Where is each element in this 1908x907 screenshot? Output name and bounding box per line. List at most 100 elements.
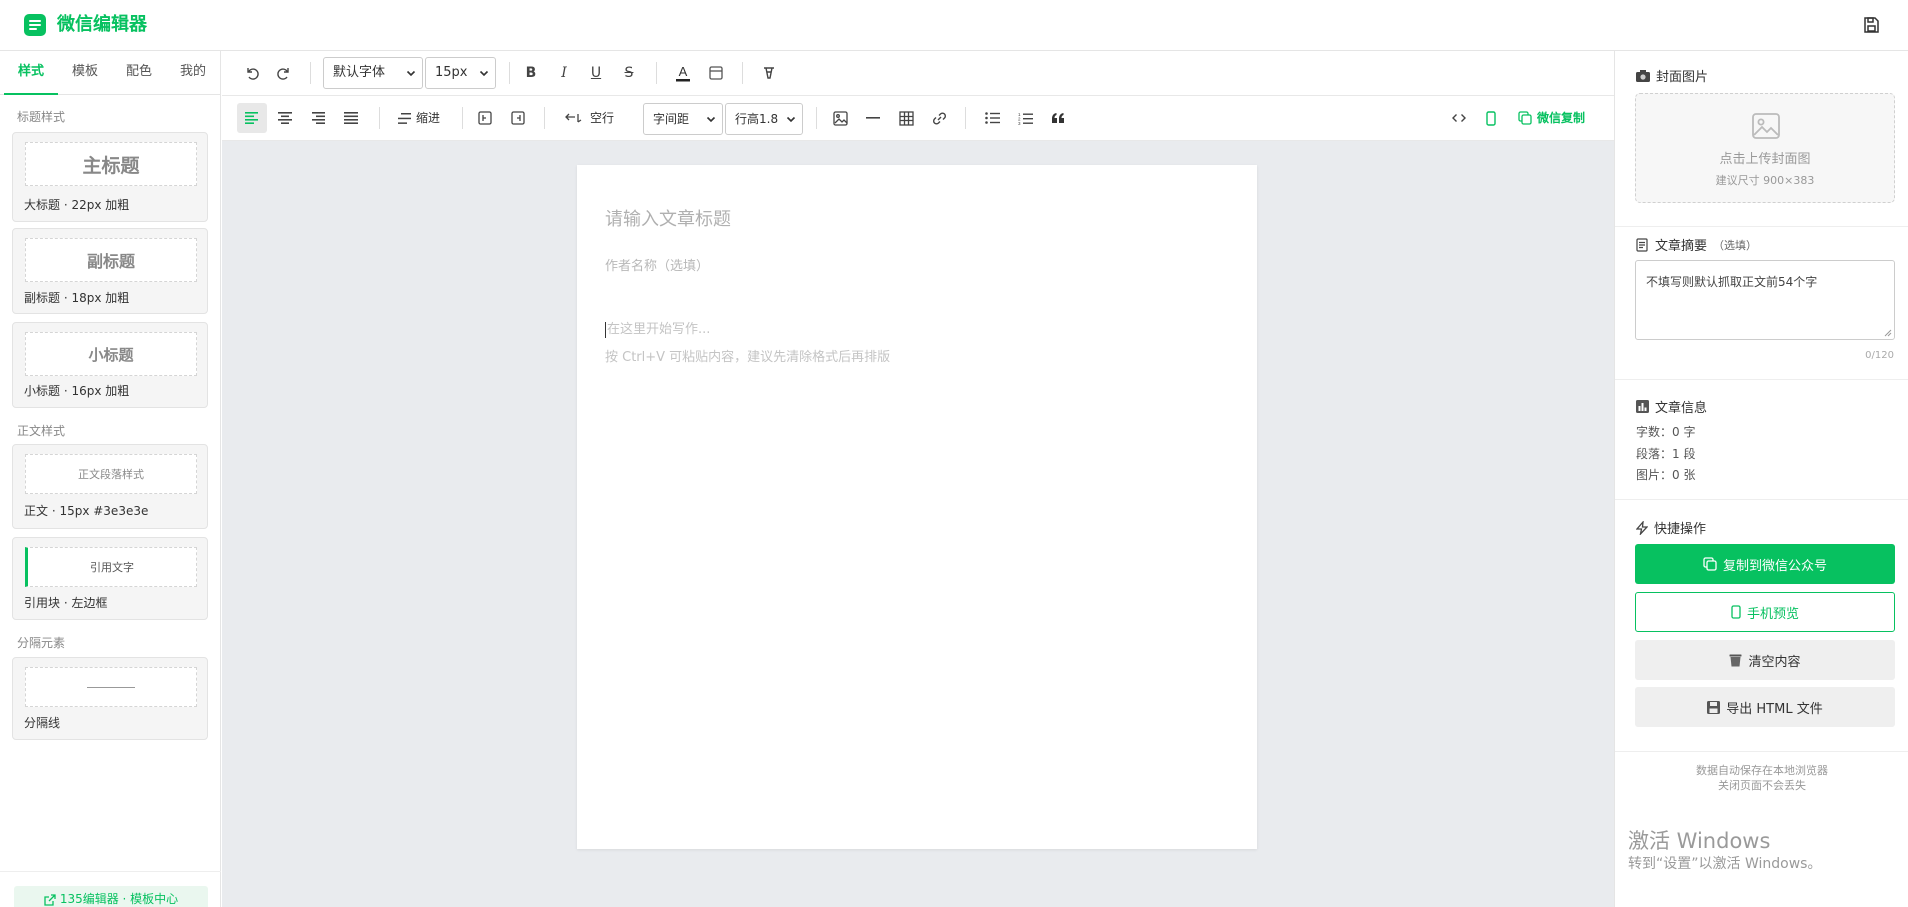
font-size-select[interactable]: 15px: [425, 57, 496, 89]
tab-styles[interactable]: 样式: [4, 51, 58, 95]
quick-actions-title: 快捷操作: [1636, 518, 1706, 537]
tab-colors[interactable]: 配色: [112, 51, 166, 95]
indent-box-icon[interactable]: [503, 103, 533, 133]
horizontal-rule-icon[interactable]: [858, 103, 888, 133]
upload-text: 点击上传封面图: [1719, 152, 1811, 167]
toolbar-row-2: 缩进 空行 字间距 行高1.8 123 微信复制: [222, 96, 1614, 141]
app-header: 微信编辑器: [0, 0, 1908, 51]
clear-format-icon[interactable]: [754, 58, 784, 88]
summary-optional: （选填）: [1713, 238, 1758, 252]
copy-icon: [1703, 557, 1717, 571]
upload-size-hint: 建议尺寸 900×383: [1715, 174, 1815, 187]
align-justify-icon[interactable]: [336, 103, 366, 133]
heading-styles-title: 标题样式: [17, 110, 66, 124]
cover-upload-area[interactable]: 点击上传封面图 建议尺寸 900×383: [1635, 93, 1895, 203]
h3-preview: 小标题: [25, 332, 197, 376]
editor-canvas: 请输入文章标题 作者名称（选填） 在这里开始写作... 按 Ctrl+V 可粘贴…: [222, 141, 1614, 907]
divider-elements-title: 分隔元素: [17, 636, 66, 650]
watermark-subtitle: 转到“设置”以激活 Windows。: [1628, 856, 1822, 872]
bullet-list-icon[interactable]: [977, 103, 1007, 133]
table-icon[interactable]: [891, 103, 921, 133]
bar-chart-icon: [1636, 400, 1649, 413]
h2-label: 副标题 · 18px 加粗: [24, 291, 130, 305]
h2-preview: 副标题: [25, 238, 197, 282]
copy-to-wechat-button[interactable]: 复制到微信公众号: [1635, 544, 1895, 584]
template-center-link[interactable]: 135编辑器 · 模板中心: [14, 886, 208, 907]
chevron-down-icon: [406, 68, 416, 78]
article-title-input[interactable]: 请输入文章标题: [605, 205, 731, 231]
trash-icon: [1729, 653, 1742, 667]
author-name-input[interactable]: 作者名称（选填）: [605, 255, 709, 274]
source-code-icon[interactable]: [1444, 103, 1474, 133]
h1-preview: 主标题: [25, 142, 197, 186]
tab-templates[interactable]: 模板: [58, 51, 112, 95]
autosave-line-1: 数据自动保存在本地浏览器: [1696, 764, 1828, 777]
mobile-preview-label: 手机预览: [1746, 606, 1799, 622]
quote-label: 引用块 · 左边框: [24, 596, 108, 610]
article-body-editor[interactable]: 在这里开始写作... 按 Ctrl+V 可粘贴内容，建议先清除格式后再排版: [605, 316, 890, 372]
word-count: 字数：0 字: [1636, 425, 1696, 439]
autosave-note: 数据自动保存在本地浏览器 关闭页面不会丢失: [1615, 763, 1908, 793]
strikethrough-button[interactable]: S: [614, 58, 644, 88]
camera-icon: [1636, 69, 1650, 82]
wechat-copy-button[interactable]: 微信复制: [1518, 103, 1585, 133]
wechat-copy-label: 微信复制: [1537, 111, 1586, 125]
body-hint: 按 Ctrl+V 可粘贴内容，建议先清除格式后再排版: [605, 350, 891, 365]
blockquote-icon[interactable]: [1043, 103, 1073, 133]
template-center-label: 135编辑器 · 模板中心: [59, 892, 179, 906]
resize-handle-icon[interactable]: [1884, 329, 1892, 337]
export-html-button[interactable]: 导出 HTML 文件: [1635, 687, 1895, 727]
background-color-icon[interactable]: [701, 58, 731, 88]
image-icon[interactable]: [825, 103, 855, 133]
left-sidebar: 样式 模板 配色 我的 标题样式 主标题 大标题 · 22px 加粗 副标题 副…: [0, 51, 221, 907]
line-height-select[interactable]: 行高1.8: [725, 103, 803, 135]
font-family-select[interactable]: 默认字体: [323, 57, 423, 89]
phone-icon: [1731, 605, 1741, 619]
font-family-value: 默认字体: [333, 65, 386, 80]
sidebar-tabs: 样式 模板 配色 我的: [0, 51, 220, 95]
font-color-icon[interactable]: A: [668, 58, 698, 88]
cover-section-title: 封面图片: [1636, 66, 1708, 85]
info-title: 文章信息: [1655, 401, 1708, 416]
line-height-value: 行高1.8: [735, 112, 779, 126]
align-left-icon[interactable]: [237, 103, 267, 133]
indent-icon: [398, 112, 411, 124]
blank-line-button[interactable]: 空行: [565, 103, 614, 133]
style-card-quote[interactable]: 引用文字 引用块 · 左边框: [12, 537, 208, 620]
tab-mine[interactable]: 我的: [166, 51, 220, 95]
divider-label: 分隔线: [24, 716, 61, 730]
clear-content-button[interactable]: 清空内容: [1635, 640, 1895, 680]
logo-icon: [24, 14, 46, 36]
mobile-preview-button[interactable]: 手机预览: [1635, 592, 1895, 632]
redo-icon[interactable]: [269, 58, 299, 88]
watermark-title: 激活 Windows: [1628, 829, 1771, 853]
summary-textarea[interactable]: 不填写则默认抓取正文前54个字: [1635, 260, 1895, 340]
outdent-box-icon[interactable]: [470, 103, 500, 133]
indent-button[interactable]: 缩进: [398, 103, 440, 133]
mobile-preview-icon[interactable]: [1476, 103, 1506, 133]
lightning-icon: [1636, 520, 1648, 535]
summary-counter: 0/120: [1865, 350, 1894, 361]
style-card-body[interactable]: 正文段落样式 正文 · 15px #3e3e3e: [12, 444, 208, 529]
undo-icon[interactable]: [237, 58, 267, 88]
letter-spacing-select[interactable]: 字间距: [643, 103, 723, 135]
style-card-h1[interactable]: 主标题 大标题 · 22px 加粗: [12, 132, 208, 222]
external-link-icon: [44, 893, 56, 906]
bold-button[interactable]: B: [516, 58, 546, 88]
underline-button[interactable]: U: [581, 58, 611, 88]
style-card-h2[interactable]: 副标题 副标题 · 18px 加粗: [12, 228, 208, 314]
align-right-icon[interactable]: [303, 103, 333, 133]
image-placeholder-icon: [1752, 113, 1780, 139]
style-card-divider[interactable]: 分隔线: [12, 657, 208, 740]
save-icon[interactable]: [1862, 16, 1880, 34]
blank-line-label: 空行: [590, 111, 615, 125]
indent-label: 缩进: [416, 111, 441, 125]
align-center-icon[interactable]: [270, 103, 300, 133]
cover-title: 封面图片: [1656, 70, 1709, 85]
style-card-h3[interactable]: 小标题 小标题 · 16px 加粗: [12, 322, 208, 408]
numbered-list-icon[interactable]: 123: [1010, 103, 1040, 133]
clear-content-label: 清空内容: [1748, 654, 1801, 670]
link-icon[interactable]: [924, 103, 954, 133]
italic-button[interactable]: I: [549, 58, 579, 88]
export-html-label: 导出 HTML 文件: [1726, 701, 1823, 717]
